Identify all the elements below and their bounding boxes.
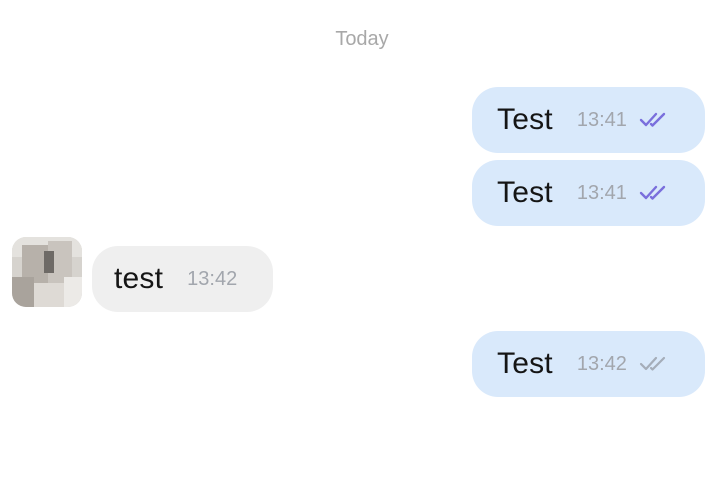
double-check-icon [639,112,666,127]
message-time: 13:41 [576,181,627,204]
avatar-icon[interactable] [12,237,82,307]
message-time: 13:42 [576,352,627,375]
message-text: Test [497,103,553,136]
double-check-icon [639,356,665,371]
outgoing-message-bubble[interactable]: Test 13:41 [472,87,705,153]
message-text: Test [497,176,553,209]
double-check-icon [639,185,666,200]
message-time: 13:42 [187,267,238,290]
outgoing-message-bubble[interactable]: Test 13:41 [472,160,705,226]
message-text: Test [497,347,553,380]
message-text: test [114,262,164,295]
message-time: 13:41 [576,108,627,131]
chat-view: Today Test 13:41 Test 13:41 test 13:42 T… [0,0,720,480]
incoming-message-bubble[interactable]: test 13:42 [92,246,273,312]
date-separator: Today [335,28,389,50]
outgoing-message-bubble[interactable]: Test 13:42 [472,331,705,397]
